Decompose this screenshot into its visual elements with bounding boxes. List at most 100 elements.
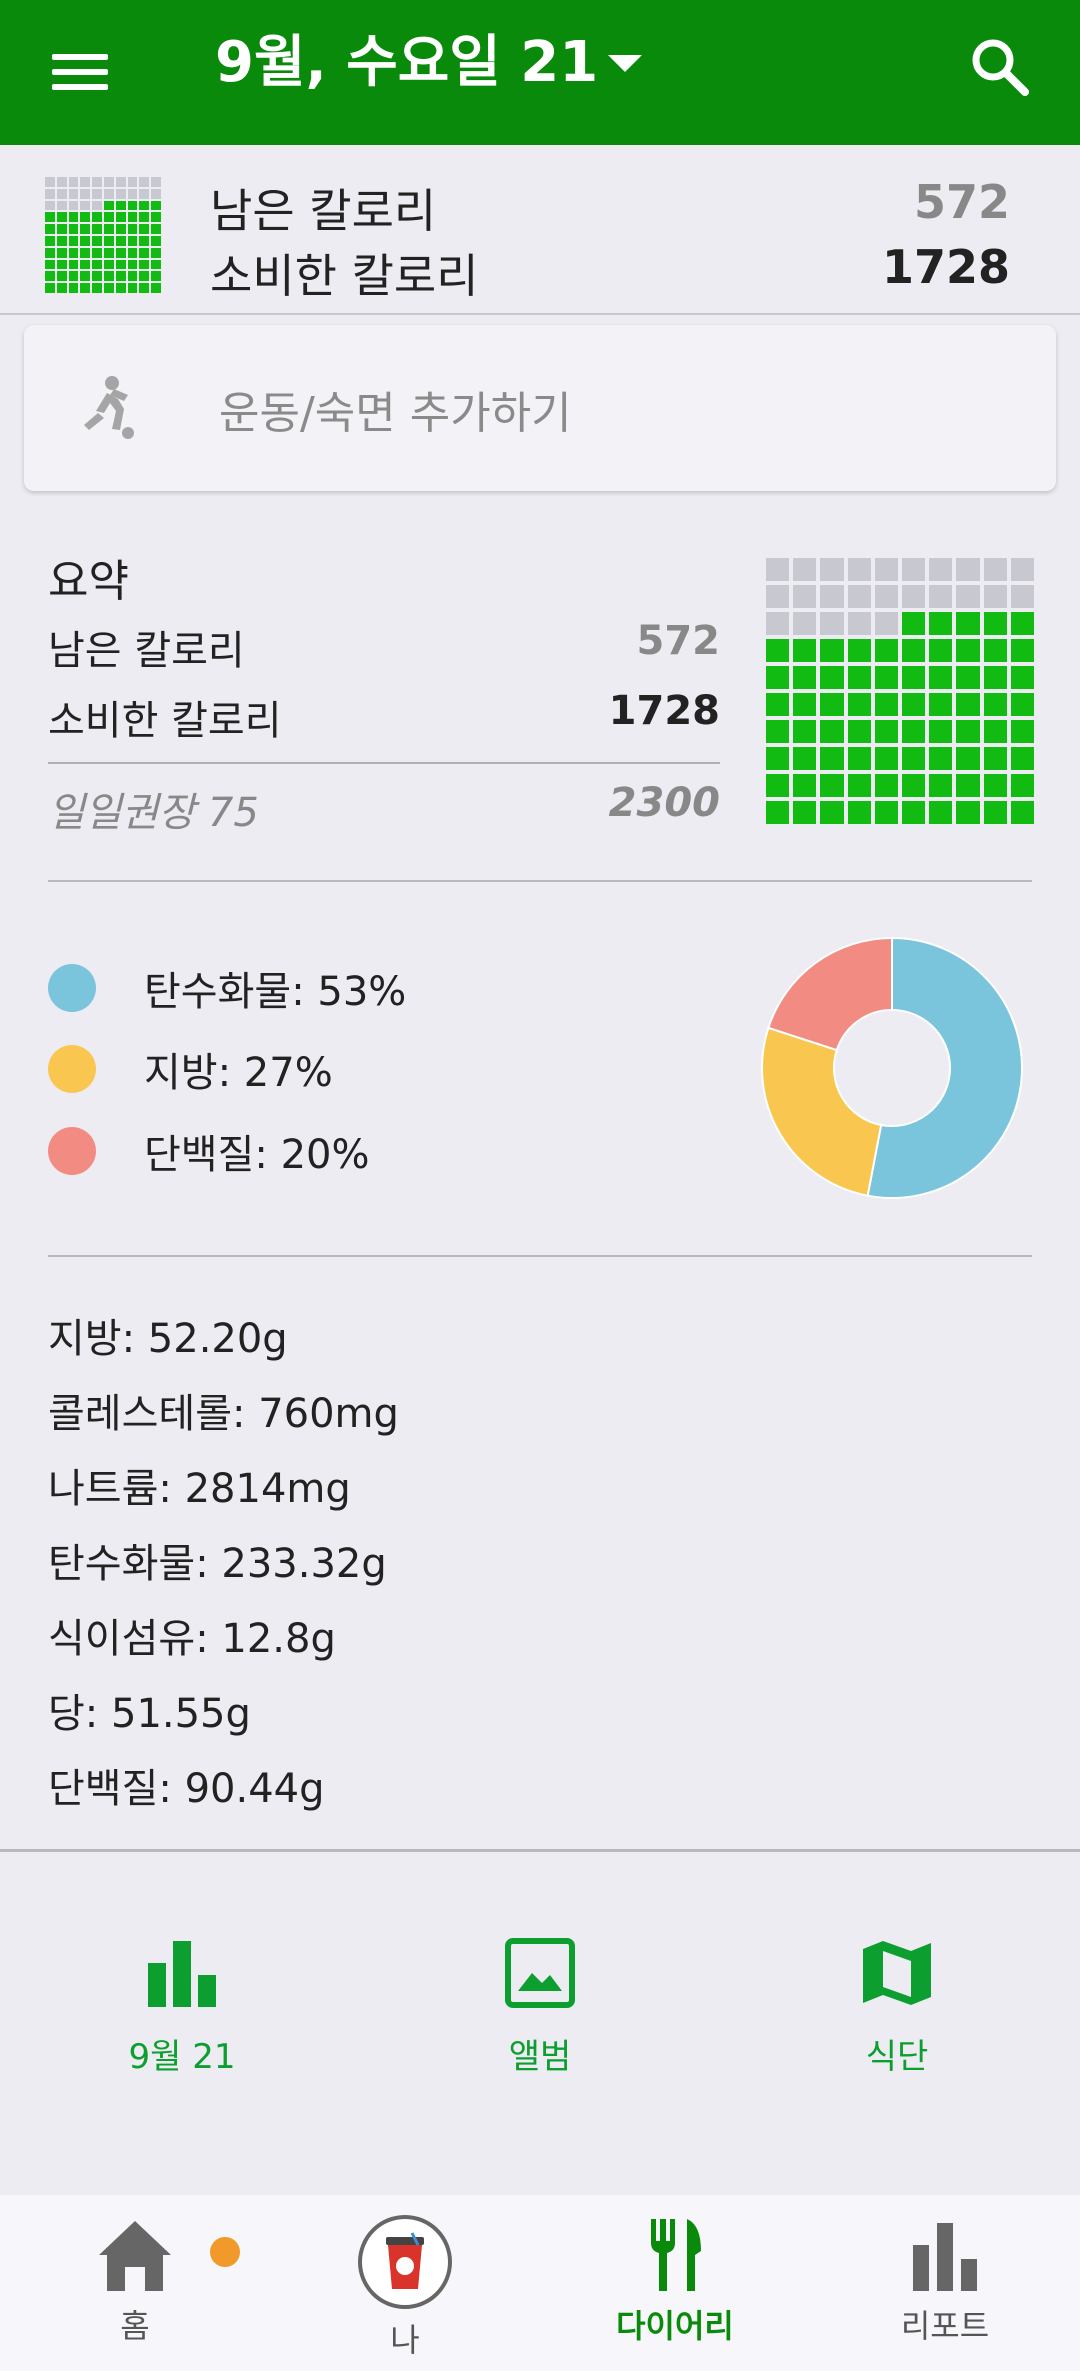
grid-cell — [115, 212, 126, 223]
grid-cell — [127, 200, 138, 211]
grid-cell — [793, 666, 817, 689]
section-divider — [0, 1849, 1080, 1852]
grid-cell — [68, 235, 79, 246]
grid-cell — [956, 558, 980, 581]
nav-report[interactable]: 리포트 — [835, 2215, 1055, 2347]
grid-cell — [929, 612, 953, 635]
grid-cell — [874, 747, 898, 770]
grid-cell — [874, 639, 898, 662]
grid-cell — [929, 639, 953, 662]
album-button[interactable]: 앨범 — [420, 1935, 660, 2078]
grid-cell — [151, 259, 161, 270]
nav-me[interactable]: 나 — [295, 2215, 515, 2361]
grid-cell — [151, 247, 161, 258]
grid-cell — [115, 271, 126, 282]
date-report-label: 9월 21 — [128, 2037, 236, 2077]
grid-cell — [766, 693, 790, 716]
grid-cell — [56, 247, 67, 258]
grid-cell — [902, 558, 926, 581]
grid-cell — [983, 801, 1007, 824]
grid-cell — [929, 720, 953, 743]
summary-remaining-value: 572 — [636, 618, 721, 664]
grid-cell — [820, 693, 844, 716]
grid-cell — [92, 235, 102, 246]
grid-cell — [929, 747, 953, 770]
grid-cell — [80, 188, 91, 199]
grid-cell — [874, 693, 898, 716]
grid-cell — [1010, 693, 1034, 716]
summary-daily-value: 2300 — [608, 780, 720, 826]
grid-cell — [847, 720, 871, 743]
bottom-navigation: 홈 나 다이어리 리포트 — [0, 2195, 1080, 2371]
grid-cell — [139, 224, 150, 234]
grid-cell — [115, 177, 126, 187]
drink-cup-icon — [386, 2232, 424, 2289]
grid-cell — [56, 271, 67, 282]
grid-cell — [139, 259, 150, 270]
calorie-progress-grid — [766, 558, 1034, 824]
remaining-calories-value: 572 — [913, 175, 1010, 229]
nutrient-fat: 지방: 52.20g — [48, 1316, 288, 1362]
add-activity-button[interactable]: 운동/숙면 추가하기 — [24, 325, 1056, 491]
summary-consumed-label: 소비한 칼로리 — [48, 698, 282, 744]
nav-home[interactable]: 홈 — [25, 2215, 245, 2347]
nav-home-label: 홈 — [120, 2307, 150, 2345]
grid-cell — [115, 200, 126, 211]
nutrient-fiber: 식이섬유: 12.8g — [48, 1616, 336, 1662]
grid-cell — [847, 666, 871, 689]
grid-cell — [80, 247, 91, 258]
grid-cell — [902, 666, 926, 689]
chevron-down-icon[interactable] — [608, 55, 642, 72]
macro-donut-chart — [761, 936, 1023, 1199]
grid-cell — [104, 247, 114, 258]
carbs-color-dot — [48, 964, 96, 1012]
grid-cell — [139, 247, 150, 258]
grid-cell — [45, 188, 55, 199]
grid-cell — [151, 271, 161, 282]
date-title[interactable]: 9월, 수요일 21 — [215, 28, 598, 98]
grid-cell — [151, 235, 161, 246]
grid-cell — [104, 259, 114, 270]
grid-cell — [151, 212, 161, 223]
grid-cell — [115, 283, 126, 293]
grid-cell — [766, 720, 790, 743]
grid-cell — [68, 200, 79, 211]
grid-cell — [56, 200, 67, 211]
home-icon — [99, 2221, 171, 2291]
grid-cell — [115, 259, 126, 270]
summary-daily-label: 일일권장 75 — [48, 790, 259, 836]
nutrient-carbs: 탄수화물: 233.32g — [48, 1541, 387, 1587]
grid-cell — [115, 235, 126, 246]
grid-cell — [45, 200, 55, 211]
grid-cell — [45, 224, 55, 234]
meal-plan-button[interactable]: 식단 — [777, 1935, 1017, 2078]
grid-cell — [68, 271, 79, 282]
search-icon[interactable] — [965, 32, 1035, 102]
grid-cell — [68, 259, 79, 270]
grid-cell — [820, 720, 844, 743]
grid-cell — [874, 666, 898, 689]
grid-cell — [127, 235, 138, 246]
fork-knife-icon — [651, 2219, 701, 2291]
nutrient-sodium: 나트륨: 2814mg — [48, 1466, 351, 1512]
album-label: 앨범 — [508, 2037, 572, 2077]
grid-cell — [68, 283, 79, 293]
grid-cell — [1010, 747, 1034, 770]
grid-cell — [80, 200, 91, 211]
grid-cell — [983, 639, 1007, 662]
menu-icon[interactable] — [52, 40, 116, 104]
legend-protein: 단백질: 20% — [48, 1126, 370, 1178]
grid-cell — [766, 774, 790, 797]
nav-diary[interactable]: 다이어리 — [565, 2215, 785, 2347]
summary-divider — [48, 762, 720, 764]
date-report-button[interactable]: 9월 21 — [62, 1935, 302, 2078]
grid-cell — [793, 747, 817, 770]
grid-cell — [68, 177, 79, 187]
protein-color-dot — [48, 1127, 96, 1175]
grid-cell — [127, 259, 138, 270]
grid-cell — [902, 585, 926, 608]
grid-cell — [766, 666, 790, 689]
grid-cell — [139, 235, 150, 246]
grid-cell — [1010, 558, 1034, 581]
calorie-summary-bar[interactable]: 남은 칼로리 572 소비한 칼로리 1728 — [0, 145, 1080, 315]
